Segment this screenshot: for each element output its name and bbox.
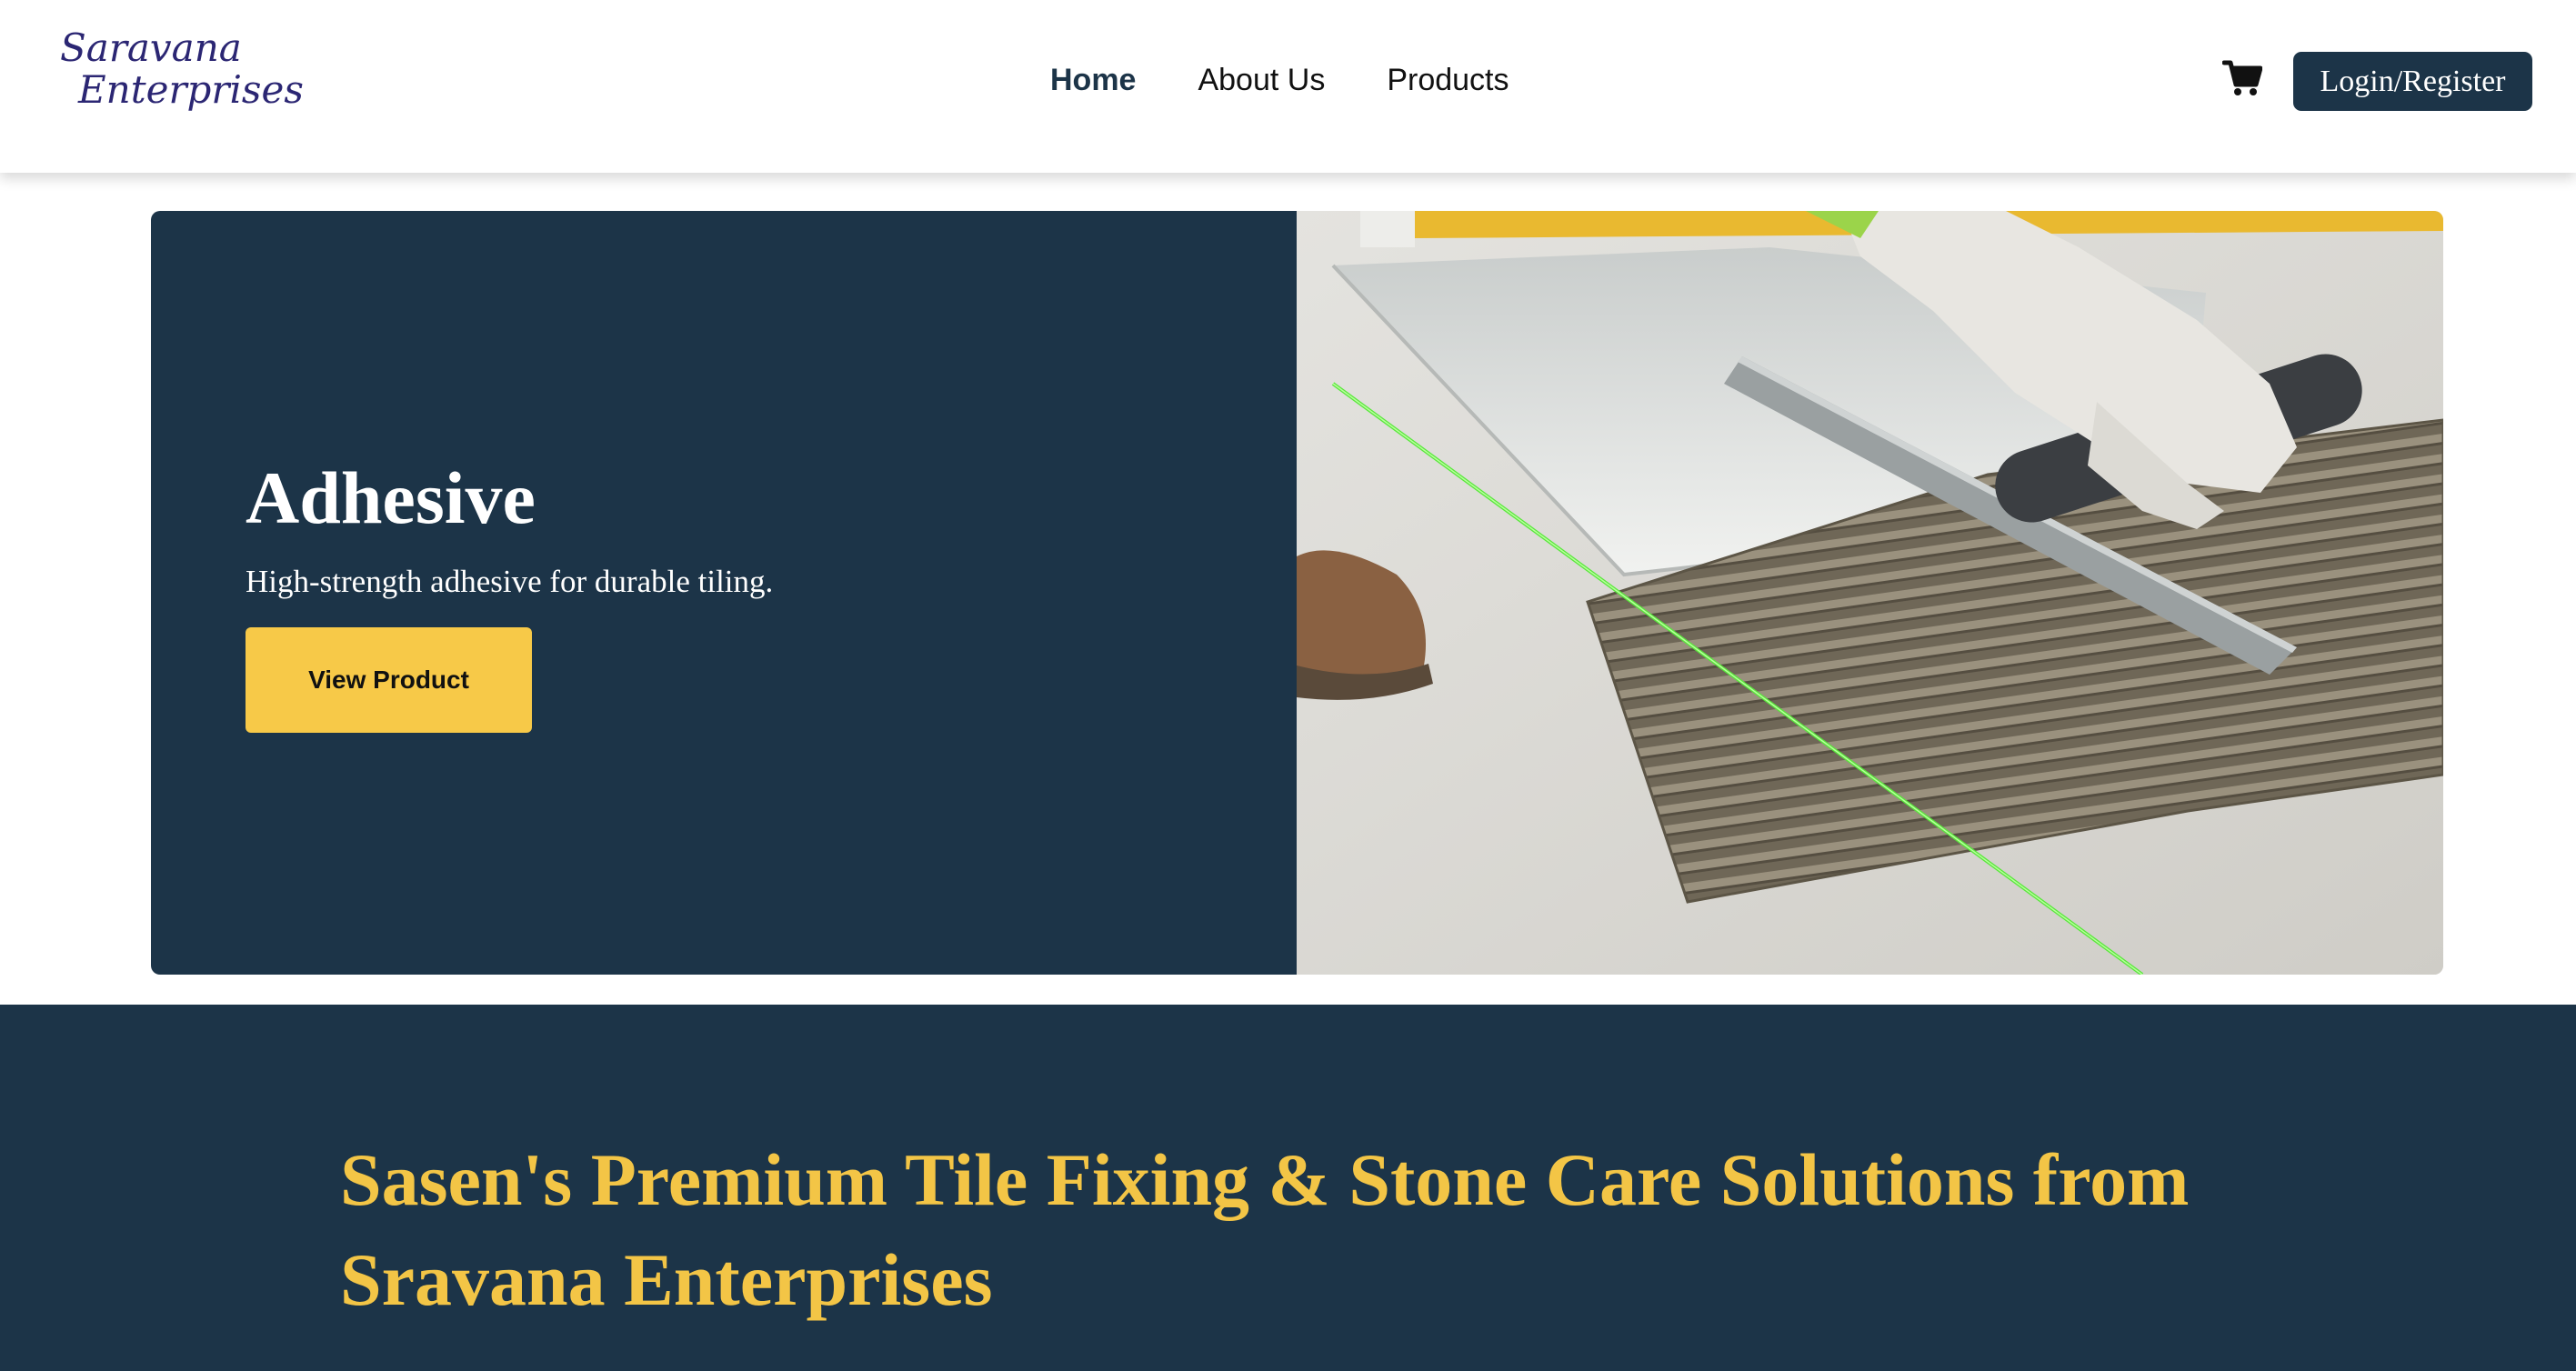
banner-title: Sasen's Premium Tile Fixing & Stone Care… xyxy=(340,1138,2190,1321)
main-nav: Home About Us Products xyxy=(1050,62,1571,98)
tile-adhesive-illustration xyxy=(1297,211,2443,975)
logo-line-1: Saravana xyxy=(60,25,242,70)
nav-products[interactable]: Products xyxy=(1387,62,1509,98)
site-header: Saravana Enterprises Home About Us Produ… xyxy=(0,0,2576,173)
nav-home[interactable]: Home xyxy=(1050,62,1136,98)
view-product-button[interactable]: View Product xyxy=(246,627,532,733)
hero-image xyxy=(1297,211,2443,975)
intro-banner: Sasen's Premium Tile Fixing & Stone Care… xyxy=(0,1005,2576,1371)
shopping-cart-icon[interactable] xyxy=(2221,60,2263,96)
login-register-button[interactable]: Login/Register xyxy=(2293,52,2532,111)
brand-logo[interactable]: Saravana Enterprises xyxy=(60,27,304,111)
nav-about-us[interactable]: About Us xyxy=(1198,62,1325,98)
logo-line-2: Enterprises xyxy=(78,67,304,112)
hero-description: High-strength adhesive for durable tilin… xyxy=(246,564,774,599)
hero-card: Adhesive High-strength adhesive for dura… xyxy=(151,211,2443,975)
hero-title: Adhesive xyxy=(246,456,536,539)
hero-text-panel: Adhesive High-strength adhesive for dura… xyxy=(151,211,1297,975)
